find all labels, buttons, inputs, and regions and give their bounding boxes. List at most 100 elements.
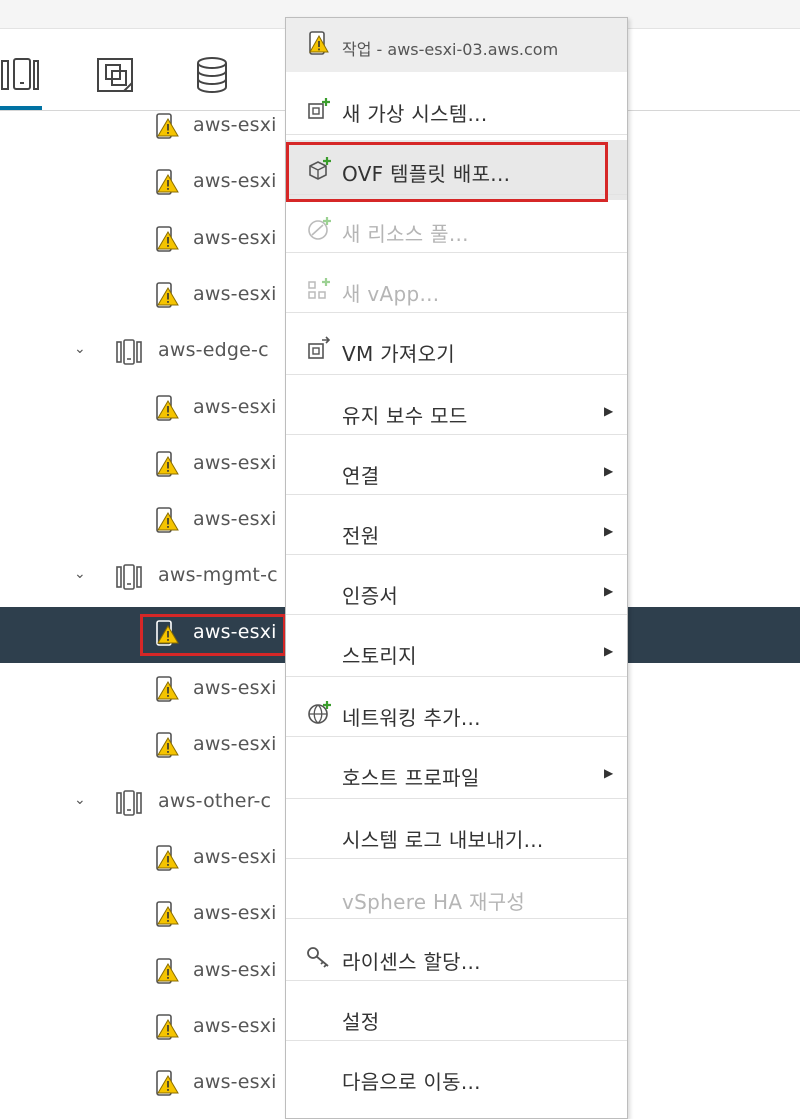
menu-item-1[interactable]: 새 가상 시스템... xyxy=(286,80,627,140)
menu-item-label: 유지 보수 모드 xyxy=(342,404,468,428)
tree-row-label: aws-esxi xyxy=(193,283,277,305)
tree-row-label: aws-esxi xyxy=(193,1071,277,1093)
menu-separator xyxy=(286,614,627,615)
menu-item-7[interactable]: 연결 ▶ xyxy=(286,442,627,502)
cluster-icon xyxy=(116,339,142,365)
submenu-arrow-icon: ▶ xyxy=(604,404,614,418)
host-warning-icon xyxy=(156,282,179,308)
submenu-arrow-icon: ▶ xyxy=(604,464,614,478)
menu-item-label: 새 vApp... xyxy=(342,282,440,306)
tree-row-label: aws-esxi xyxy=(193,114,277,136)
submenu-arrow-icon: ▶ xyxy=(604,644,614,658)
selected-host-annotation xyxy=(140,614,286,656)
tree-row-label: aws-edge-c xyxy=(158,339,269,361)
menu-item-label: 스토리지 xyxy=(342,644,417,668)
menu-item-13[interactable]: 시스템 로그 내보내기... xyxy=(286,806,627,866)
hosts-clusters-icon[interactable] xyxy=(0,55,40,95)
tree-row-label: aws-esxi xyxy=(193,396,277,418)
tree-row-label: aws-esxi xyxy=(193,227,277,249)
new-vapp-icon xyxy=(308,278,330,299)
menu-item-label: 설정 xyxy=(342,1010,380,1034)
menu-separator xyxy=(286,494,627,495)
cluster-icon xyxy=(116,564,142,590)
menu-header-title: 작업 - aws-esxi-03.aws.com xyxy=(342,40,559,59)
menu-header: 작업 - aws-esxi-03.aws.com xyxy=(286,18,627,72)
host-warning-icon xyxy=(156,845,179,871)
chevron-down-icon[interactable]: ⌄ xyxy=(74,566,90,586)
menu-item-label: 전원 xyxy=(342,524,380,548)
submenu-arrow-icon: ▶ xyxy=(604,766,614,780)
tree-row-label: aws-esxi xyxy=(193,170,277,192)
menu-separator xyxy=(286,858,627,859)
menu-separator xyxy=(286,798,627,799)
host-warning-icon xyxy=(156,169,179,195)
menu-separator xyxy=(286,1040,627,1041)
menu-separator xyxy=(286,134,627,135)
menu-item-17[interactable]: 다음으로 이동... xyxy=(286,1048,627,1108)
tree-row-label: aws-esxi xyxy=(193,508,277,530)
submenu-arrow-icon: ▶ xyxy=(604,524,614,538)
host-warning-icon xyxy=(156,732,179,758)
import-vm-icon xyxy=(308,336,331,359)
tree-row-label: aws-esxi xyxy=(193,677,277,699)
menu-separator xyxy=(286,374,627,375)
menu-item-15[interactable]: 라이센스 할당... xyxy=(286,928,627,988)
tree-row-label: aws-esxi xyxy=(193,902,277,924)
menu-item-label: 새 가상 시스템... xyxy=(342,102,488,126)
new-resource-pool-icon xyxy=(308,217,331,240)
chevron-down-icon[interactable]: ⌄ xyxy=(74,792,90,812)
tree-row-label: aws-esxi xyxy=(193,959,277,981)
cluster-icon xyxy=(116,790,142,816)
menu-separator xyxy=(286,736,627,737)
menu-item-label: VM 가져오기 xyxy=(342,342,455,366)
menu-separator xyxy=(286,676,627,677)
menu-item-11[interactable]: 네트워킹 추가... xyxy=(286,684,627,744)
menu-item-16[interactable]: 설정 xyxy=(286,988,627,1048)
vms-templates-icon[interactable] xyxy=(96,55,136,95)
new-vm-icon xyxy=(308,98,330,119)
tree-row-label: aws-esxi xyxy=(193,846,277,868)
tree-row-label: aws-other-c xyxy=(158,790,272,812)
host-warning-icon xyxy=(156,226,179,252)
menu-separator xyxy=(286,554,627,555)
menu-item-label: 새 리소스 풀... xyxy=(342,222,469,246)
menu-item-5[interactable]: VM 가져오기 xyxy=(286,320,627,380)
menu-item-12[interactable]: 호스트 프로파일 ▶ xyxy=(286,744,627,804)
host-warning-icon xyxy=(156,901,179,927)
tree-row-label: aws-esxi xyxy=(193,452,277,474)
host-warning-icon xyxy=(156,1070,179,1096)
menu-item-label: 다음으로 이동... xyxy=(342,1070,481,1094)
host-warning-icon xyxy=(156,1014,179,1040)
add-networking-icon xyxy=(308,701,331,724)
submenu-arrow-icon: ▶ xyxy=(604,584,614,598)
host-warning-icon xyxy=(156,676,179,702)
menu-item-14: vSphere HA 재구성 xyxy=(286,868,627,928)
host-warning-icon xyxy=(156,395,179,421)
tree-row-label: aws-esxi xyxy=(193,733,277,755)
tree-row-label: aws-esxi xyxy=(193,1015,277,1037)
storage-icon[interactable] xyxy=(192,55,232,95)
tree-row-label: aws-mgmt-c xyxy=(158,564,278,586)
menu-item-label: 라이센스 할당... xyxy=(342,950,481,974)
menu-separator xyxy=(286,312,627,313)
menu-item-4: 새 vApp... xyxy=(286,260,627,320)
menu-item-label: 시스템 로그 내보내기... xyxy=(342,828,544,852)
host-warning-icon xyxy=(156,451,179,477)
menu-item-label: 연결 xyxy=(342,464,380,488)
menu-item-label: vSphere HA 재구성 xyxy=(342,890,526,914)
menu-item-8[interactable]: 전원 ▶ xyxy=(286,502,627,562)
menu-item-3: 새 리소스 풀... xyxy=(286,200,627,260)
menu-item-6[interactable]: 유지 보수 모드 ▶ xyxy=(286,382,627,442)
menu-item-9[interactable]: 인증서 ▶ xyxy=(286,562,627,622)
license-key-icon xyxy=(307,947,329,968)
ovf-deploy-annotation xyxy=(286,142,608,202)
host-warning-icon xyxy=(156,113,179,139)
chevron-down-icon[interactable]: ⌄ xyxy=(74,341,90,361)
host-warning-icon xyxy=(309,31,329,55)
menu-separator xyxy=(286,980,627,981)
menu-separator xyxy=(286,434,627,435)
menu-item-label: 호스트 프로파일 xyxy=(342,766,480,790)
menu-separator xyxy=(286,252,627,253)
menu-item-label: 네트워킹 추가... xyxy=(342,706,481,730)
menu-item-10[interactable]: 스토리지 ▶ xyxy=(286,622,627,682)
